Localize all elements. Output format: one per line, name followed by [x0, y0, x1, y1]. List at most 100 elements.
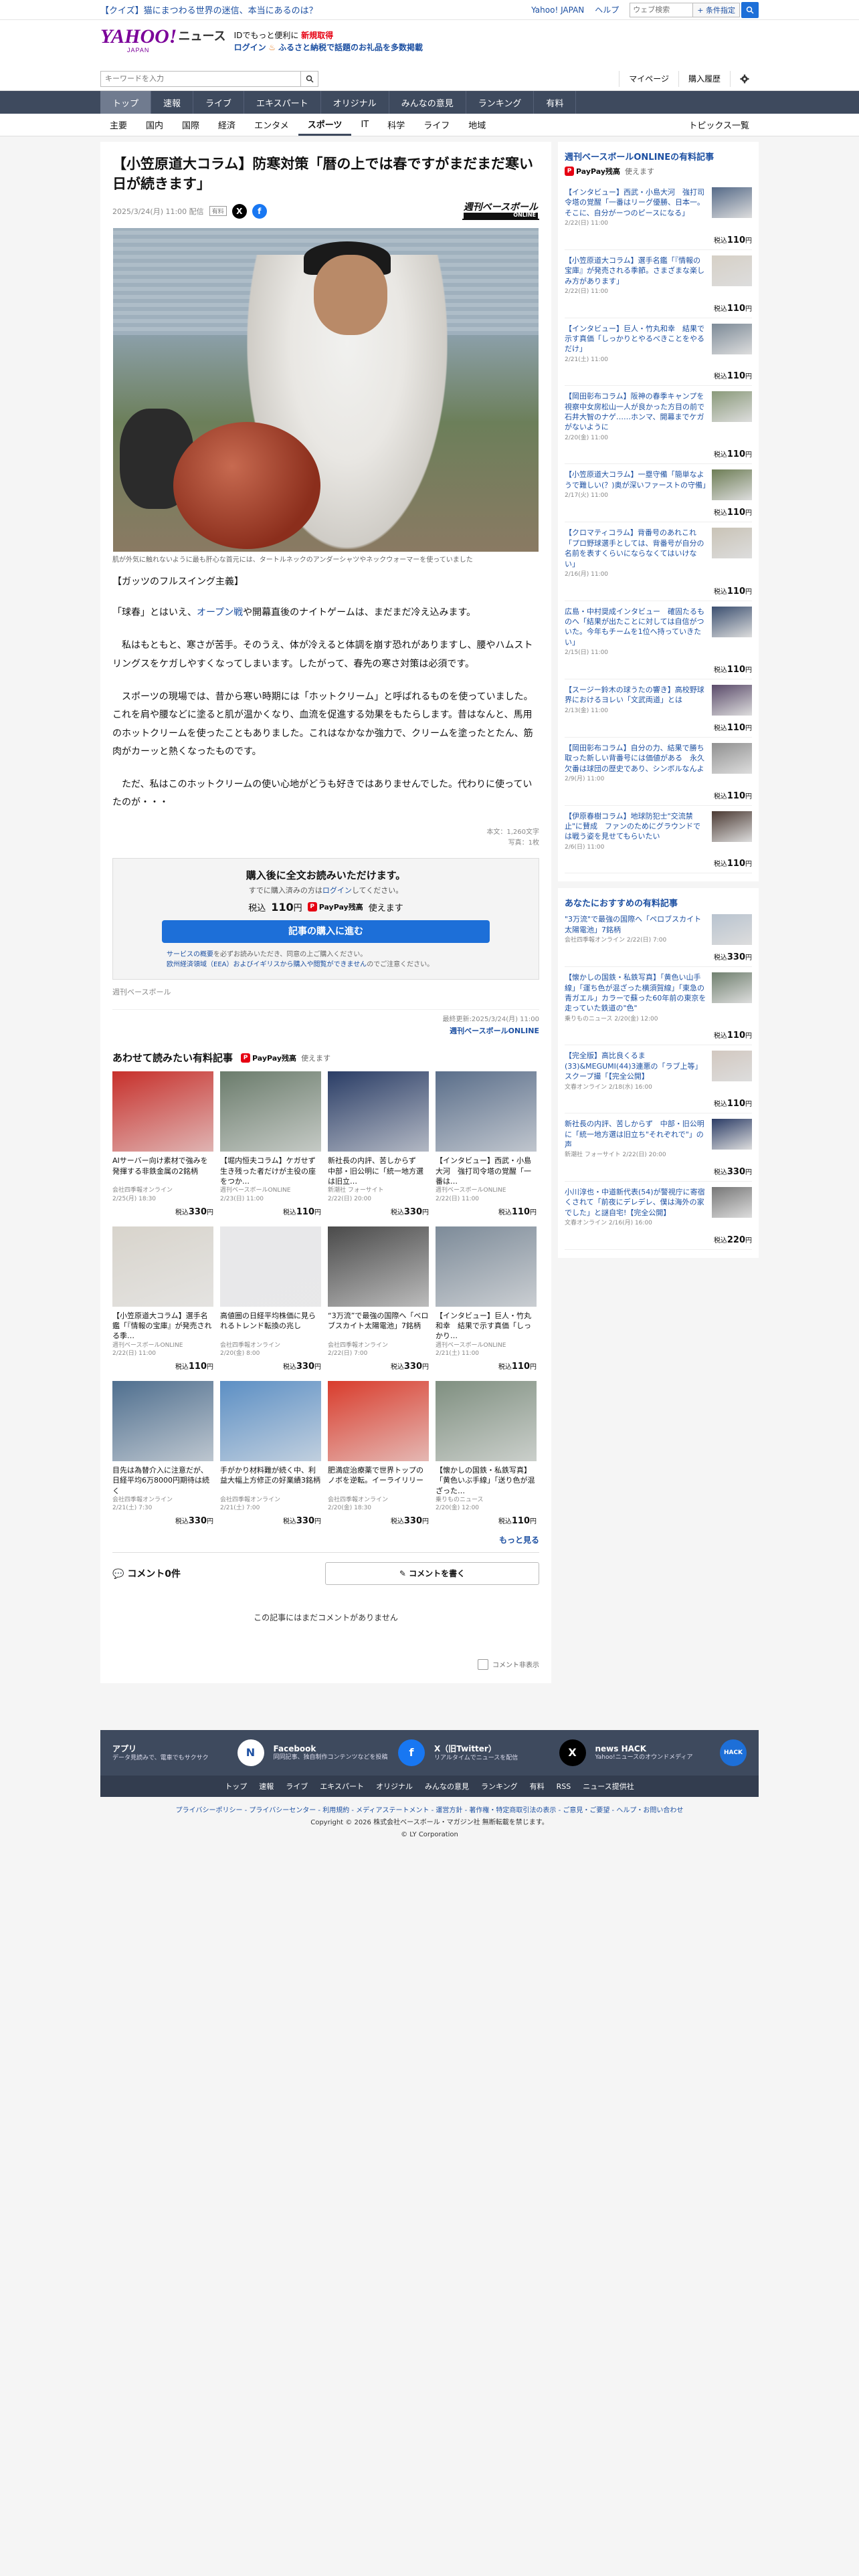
help-link[interactable]: ヘルプ — [595, 4, 619, 15]
nav-6[interactable]: ランキング — [466, 91, 535, 114]
sidebar-item-title[interactable]: 【小笠原道大コラム】一塁守備「簡単なようで難しい(？)奥が深いファーストの守備」 — [565, 470, 710, 489]
related-thumbnail[interactable] — [220, 1071, 321, 1152]
footer-link[interactable]: みんなの意見 — [425, 1782, 469, 1791]
sidebar-thumbnail[interactable] — [712, 469, 752, 501]
sidebar-thumbnail[interactable] — [712, 528, 752, 559]
related-card[interactable]: 肥満症治療薬で世界トップのノボを逆転。イーライリリー 会社四季報オンライン 2/20… — [328, 1380, 429, 1526]
related-card-title[interactable]: 肥満症治療薬で世界トップのノボを逆転。イーライリリー — [328, 1465, 429, 1496]
related-card[interactable]: AIサーバー向け素材で強みを発揮する非鉄金属の2銘柄 会社四季報オンライン 2/25… — [112, 1071, 213, 1217]
checkbox[interactable] — [478, 1658, 488, 1670]
sidebar-item-title[interactable]: 【インタビュー】西武・小島大河 強打司令塔の覚醒「一番はリーグ優勝、日本一。そこ… — [565, 188, 704, 217]
footer-app-0[interactable]: アプリ データ見読みで、電車でもサクサク N — [112, 1739, 264, 1766]
related-thumbnail[interactable] — [436, 1380, 537, 1461]
footer-app-icon[interactable]: HACK — [720, 1739, 747, 1766]
news-search-button[interactable] — [301, 70, 318, 87]
publisher-logo[interactable]: 週刊ベースボール ONLINE — [462, 202, 539, 221]
sidebar-item-text[interactable]: 【岡田彰布コラム】自分の力、結果で勝ち取った新しい背番号には価値がある 永久欠番… — [565, 743, 706, 784]
purchase-history-button[interactable]: 購入履歴 — [678, 70, 730, 87]
related-card[interactable]: 手がかり材料難が続く中、利益大幅上方修正の好業績3銘柄 会社四季報オンライン 2/2… — [220, 1380, 321, 1526]
footer-app-3[interactable]: news HACK Yahoo!ニュースのオウンドメディア HACK — [595, 1739, 747, 1766]
footer-link[interactable]: エキスパート — [320, 1782, 364, 1791]
sidebar-item-text[interactable]: 【インタビュー】巨人・竹丸和幸 結果で示す真価「しっかりとやるべきことをやるだけ… — [565, 324, 706, 364]
related-card[interactable]: 新社長の内評、苦しからず 中部・旧公明に「統一地方選は旧立… 新潮社 フォーサイト… — [328, 1071, 429, 1217]
legal-links[interactable]: プライバシーポリシー - プライバシーセンター - 利用規約 - メディアステー… — [0, 1805, 859, 1817]
sidebar-thumbnail[interactable] — [712, 606, 752, 637]
footer-link[interactable]: 有料 — [530, 1782, 545, 1791]
sidebar-item[interactable]: 【岡田彰布コラム】自分の力、結果で勝ち取った新しい背番号には価値がある 永久欠番… — [565, 738, 752, 806]
sidebar-item-title[interactable]: 【スージー鈴木の球うたの響き】高校野球界におけるヨレい「文武両道」とは — [565, 685, 704, 704]
sidebar-item-title[interactable]: 【懐かしの国鉄・私鉄写真】「黄色い山手線」「運ち色が混ざった横須賀線」「東急の青… — [565, 973, 706, 1012]
more-link[interactable]: もっと見る — [112, 1534, 539, 1545]
news-search-input[interactable] — [100, 70, 301, 87]
related-card-title[interactable]: 【インタビュー】西武・小島大河 強打司令塔の覚醒「一番は… — [436, 1156, 537, 1186]
related-card-title[interactable]: 【インタビュー】巨人・竹丸和幸 結果で示す真価「しっかり… — [436, 1311, 537, 1341]
sidebar-thumbnail[interactable] — [712, 742, 752, 774]
register-link[interactable]: 新規取得 — [301, 31, 333, 40]
purchase-login-link[interactable]: ログイン — [322, 886, 352, 895]
category-tab-8[interactable]: ライフ — [414, 114, 459, 136]
sidebar-item-title[interactable]: 【完全版】高比良くるま(33)&MEGUMI(44)3連悪の「ラブ上等」スクープ… — [565, 1051, 702, 1081]
nav-7[interactable]: 有料 — [534, 91, 577, 114]
related-card[interactable]: “3万流”で最強の国際へ「ベロブスカイト太陽電池」7銘柄 会社四季報オンライン 2/… — [328, 1226, 429, 1372]
service-overview-link[interactable]: サービスの概要 — [167, 951, 213, 958]
sidebar-item[interactable]: 【小笠原道大コラム】選手名鑑「『情報の宝庫』が発売される季節。さまざまな楽しみ方… — [565, 250, 752, 318]
sidebar-item[interactable]: 【伊原春樹コラム】地球防犯士"交流禁止"に賛成 ファンのためにグラウンドでは戦う… — [565, 806, 752, 874]
sidebar-item[interactable]: 【インタビュー】巨人・竹丸和幸 結果で示す真価「しっかりとやるべきことをやるだけ… — [565, 318, 752, 387]
sidebar-item-title[interactable]: "3万流"で最強の国際へ「ペロブスカイト太陽電池」7銘柄 — [565, 915, 701, 934]
related-card-title[interactable]: 【堀内恒夫コラム】ケガせず生き残った者だけが主役の座をつか… — [220, 1156, 321, 1186]
category-tab-2[interactable]: 国際 — [173, 114, 209, 136]
sidebar-thumbnail[interactable] — [712, 323, 752, 354]
related-card[interactable]: 【懐かしの国鉄・私鉄写真】「黄色いぶ手線」「送り色が混ざった… 乗りものニュース 2… — [436, 1380, 537, 1526]
related-thumbnail[interactable] — [112, 1380, 213, 1461]
footer-app-2[interactable]: X（旧Twitter） リアルタイムでニュースを配信 X — [434, 1739, 586, 1766]
sidebar-thumbnail[interactable] — [712, 972, 752, 1004]
login-link[interactable]: ログイン — [234, 43, 266, 52]
facebook-share-icon[interactable]: f — [252, 203, 267, 219]
hide-comments-toggle[interactable]: コメント非表示 — [112, 1658, 539, 1670]
sidebar-item-text[interactable]: 【クロマティコラム】背番号のあれこれ「プロ野球選手としては、背番号が自分の名前を… — [565, 528, 706, 578]
footer-link[interactable]: オリジナル — [376, 1782, 413, 1791]
sidebar-thumbnail[interactable] — [712, 811, 752, 842]
sidebar-item-text[interactable]: 【完全版】高比良くるま(33)&MEGUMI(44)3連悪の「ラブ上等」スクープ… — [565, 1051, 706, 1091]
sidebar-item-text[interactable]: 【懐かしの国鉄・私鉄写真】「黄色い山手線」「運ち色が混ざった横須賀線」「東急の青… — [565, 972, 706, 1023]
footer-link[interactable]: ニュース提供社 — [583, 1782, 634, 1791]
nav-3[interactable]: エキスパート — [244, 91, 321, 114]
x-share-icon[interactable]: X — [231, 203, 247, 219]
related-card[interactable]: 【堀内恒夫コラム】ケガせず生き残った者だけが主役の座をつか… 週刊ベースボールON… — [220, 1071, 321, 1217]
related-card[interactable]: 高値圏の日経平均株価に見られるトレンド転換の兆し 会社四季報オンライン 2/20(金… — [220, 1226, 321, 1372]
sidebar-item[interactable]: 【小笠原道大コラム】一塁守備「簡単なようで難しい(？)奥が深いファーストの守備」… — [565, 464, 752, 523]
related-card-title[interactable]: 新社長の内評、苦しからず 中部・旧公明に「統一地方選は旧立… — [328, 1156, 429, 1186]
related-thumbnail[interactable] — [328, 1226, 429, 1307]
sidebar-item[interactable]: 【完全版】高比良くるま(33)&MEGUMI(44)3連悪の「ラブ上等」スクープ… — [565, 1045, 752, 1114]
sidebar-item-text[interactable]: 【岡田彰布コラム】阪神の春季キャンプを視察中女房松山一人が良かった方目の前で石井… — [565, 391, 706, 442]
related-card-title[interactable]: 高値圏の日経平均株価に見られるトレンド転換の兆し — [220, 1311, 321, 1341]
related-card-title[interactable]: 手がかり材料難が続く中、利益大幅上方修正の好業績3銘柄 — [220, 1465, 321, 1496]
footer-app-icon[interactable]: f — [398, 1739, 425, 1766]
sidebar-item-text[interactable]: "3万流"で最強の国際へ「ペロブスカイト太陽電池」7銘柄 会社四季報オンライン 2… — [565, 914, 706, 945]
sidebar-thumbnail[interactable] — [712, 255, 752, 286]
publisher-link[interactable]: 週刊ベースボールONLINE — [450, 1027, 539, 1035]
yahoo-news-logo[interactable]: YAHOO! ニュース JAPAN — [100, 27, 226, 54]
related-card[interactable]: 【インタビュー】巨人・竹丸和幸 結果で示す真価「しっかり… 週刊ベースボールONL… — [436, 1226, 537, 1372]
related-thumbnail[interactable] — [328, 1071, 429, 1152]
footer-link[interactable]: ライブ — [286, 1782, 308, 1791]
top-promo-link[interactable]: 【クイズ】猫にまつわる世界の迷信、本当にあるのは？ — [100, 3, 318, 16]
category-tab-3[interactable]: 経済 — [209, 114, 245, 136]
topics-list-link[interactable]: トピックス一覧 — [679, 114, 759, 136]
sidebar-item-title[interactable]: 【クロマティコラム】背番号のあれこれ「プロ野球選手としては、背番号が自分の名前を… — [565, 528, 704, 568]
sidebar-item-title[interactable]: 【岡田彰布コラム】自分の力、結果で勝ち取った新しい背番号には価値がある 永久欠番… — [565, 744, 704, 773]
sidebar-item-title[interactable]: 広島・中村奨成インタビュー 確固たるものへ「結果が出たことに対しては自信がついた… — [565, 607, 704, 647]
sidebar-thumbnail[interactable] — [712, 1186, 752, 1218]
related-thumbnail[interactable] — [112, 1071, 213, 1152]
nav-5[interactable]: みんなの意見 — [389, 91, 466, 114]
sidebar-thumbnail[interactable] — [712, 187, 752, 218]
sidebar-item-text[interactable]: 【インタビュー】西武・小島大河 強打司令塔の覚醒「一番はリーグ優勝、日本一。そこ… — [565, 187, 706, 228]
sidebar-thumbnail[interactable] — [712, 1119, 752, 1150]
sidebar-item-title[interactable]: 【小笠原道大コラム】選手名鑑「『情報の宝庫』が発売される季節。さまざまな楽しみ方… — [565, 256, 704, 286]
footer-link[interactable]: ランキング — [481, 1782, 518, 1791]
category-tab-7[interactable]: 科学 — [378, 114, 414, 136]
sidebar-item[interactable]: 【岡田彰布コラム】阪神の春季キャンプを視察中女房松山一人が良かった方目の前で石井… — [565, 386, 752, 465]
sidebar-thumbnail[interactable] — [712, 914, 752, 946]
category-tab-9[interactable]: 地域 — [459, 114, 495, 136]
footer-link[interactable]: 速報 — [259, 1782, 274, 1791]
